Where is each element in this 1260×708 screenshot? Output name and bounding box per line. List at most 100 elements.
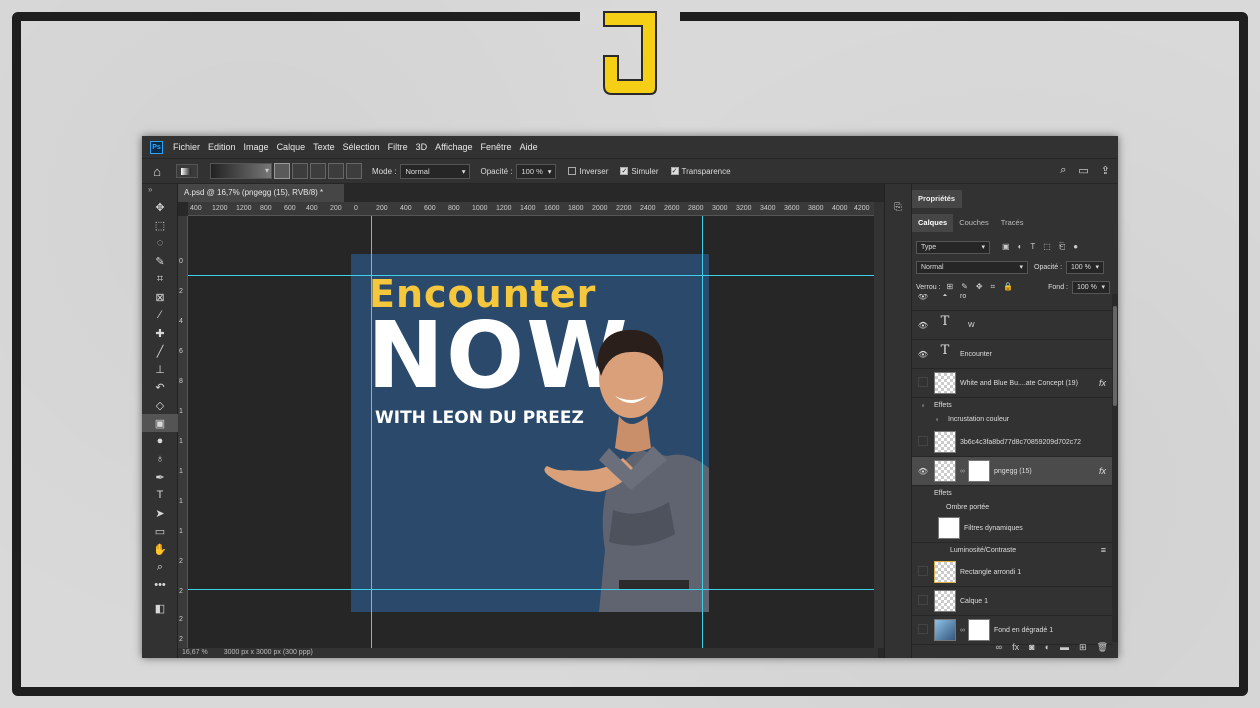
tab-traces[interactable]: Tracés (995, 214, 1030, 232)
link-icon[interactable]: ∞ (960, 627, 965, 634)
healing-brush-tool-icon[interactable]: ✚ (142, 324, 178, 342)
smart-filter-row[interactable]: Filtres dynamiques (912, 514, 1112, 543)
mask-thumbnail[interactable] (968, 619, 990, 641)
fill-field[interactable]: 100 % ▾ (1072, 280, 1110, 294)
quick-select-tool-icon[interactable]: ✎ (142, 252, 178, 270)
eye-icon[interactable]: 👁 (912, 467, 934, 476)
gradient-tool-icon[interactable]: ▣ (142, 414, 178, 432)
effect-row[interactable]: ◦ Effets (912, 398, 1112, 412)
lock-pixels-icon[interactable]: ⊞ (947, 282, 954, 292)
menu-3d[interactable]: 3D (412, 142, 432, 152)
eye-icon[interactable]: ◦ (926, 415, 948, 424)
adjustment-layer-icon[interactable]: ◐ (1045, 642, 1050, 658)
menu-aide[interactable]: Aide (516, 142, 542, 152)
collapse-icon[interactable]: » (142, 184, 177, 198)
lock-paint-icon[interactable]: ✎ (961, 282, 968, 292)
diamond-gradient-button[interactable] (346, 163, 362, 179)
link-icon[interactable]: ∞ (960, 468, 965, 475)
canvas-scrollbar[interactable] (874, 202, 884, 648)
blur-tool-icon[interactable]: ● (142, 432, 178, 450)
status-zoom[interactable]: 16,67 % (182, 649, 208, 658)
share-icon[interactable]: ⇪ (1101, 164, 1110, 177)
guide-vertical[interactable] (371, 216, 372, 648)
lasso-tool-icon[interactable]: ◌ (142, 234, 178, 252)
link-layers-icon[interactable]: ∞ (996, 642, 1002, 658)
path-select-tool-icon[interactable]: ➤ (142, 504, 178, 522)
marquee-tool-icon[interactable]: ⬚ (142, 216, 178, 234)
lock-all-icon[interactable]: 🔒 (1003, 282, 1013, 292)
eye-hidden-icon[interactable] (912, 566, 934, 578)
mask-thumbnail[interactable] (968, 460, 990, 482)
search-icon[interactable]: ⌕ (1060, 164, 1066, 177)
layer-row[interactable]: Calque 1 (912, 587, 1112, 616)
pen-tool-icon[interactable]: ✒ (142, 468, 178, 486)
workspace-icon[interactable]: ▭ (1078, 164, 1088, 177)
blend-mode-select[interactable]: Normal ▾ (916, 260, 1028, 274)
dodge-tool-icon[interactable]: ♁ (142, 450, 178, 468)
guide-vertical[interactable] (702, 216, 703, 648)
eraser-tool-icon[interactable]: ◇ (142, 396, 178, 414)
eye-icon[interactable]: 👁 (912, 294, 934, 301)
menu-affichage[interactable]: Affichage (431, 142, 476, 152)
tab-couches[interactable]: Couches (953, 214, 995, 232)
guide-horizontal[interactable] (188, 589, 874, 590)
effect-row[interactable]: Effets (912, 486, 1112, 500)
new-layer-icon[interactable]: ⊞ (1079, 642, 1087, 658)
pixel-filter-icon[interactable]: ▣ (1002, 242, 1010, 252)
tool-preset-picker[interactable] (176, 164, 198, 178)
zoom-tool-icon[interactable]: ⌕ (142, 558, 178, 576)
reflected-gradient-button[interactable] (328, 163, 344, 179)
linear-gradient-button[interactable] (274, 163, 290, 179)
layer-row[interactable]: 👁 T Encounter (912, 340, 1112, 369)
eyedropper-tool-icon[interactable]: ⁄ (142, 306, 178, 324)
group-folder-icon[interactable]: ▬ (1060, 642, 1069, 658)
eye-icon[interactable]: 👁 (912, 321, 934, 330)
menu-edition[interactable]: Edition (204, 142, 240, 152)
tab-calques[interactable]: Calques (912, 214, 954, 232)
hand-tool-icon[interactable]: ✋ (142, 540, 178, 558)
artboard[interactable]: Encounter NOW WITH LEON DU PREEZ (351, 254, 709, 612)
filter-toggle-icon[interactable]: ● (1073, 242, 1078, 252)
inverser-checkbox[interactable] (568, 167, 577, 175)
brush-tool-icon[interactable]: ╱ (142, 342, 178, 360)
transparence-checkbox[interactable]: ✓ (670, 167, 679, 175)
radial-gradient-button[interactable] (292, 163, 308, 179)
filter-options-icon[interactable]: ≡ (1101, 545, 1106, 555)
effect-row[interactable]: Luminosité/Contraste ≡ (912, 543, 1112, 557)
fx-icon[interactable]: fx (1012, 642, 1019, 658)
add-mask-icon[interactable]: ◙ (1029, 642, 1034, 658)
eye-hidden-icon[interactable] (912, 595, 934, 607)
home-icon[interactable]: ⌂ (142, 164, 172, 179)
stamp-tool-icon[interactable]: ⊥ (142, 360, 178, 378)
eye-icon[interactable]: 👁 (912, 350, 934, 359)
menu-fichier[interactable]: Fichier (169, 142, 204, 152)
opacity-field[interactable]: 100 % ▾ (516, 163, 557, 179)
tab-properties[interactable]: Propriétés (912, 190, 962, 208)
effect-row[interactable]: Ombre portée (912, 500, 1112, 514)
menu-filtre[interactable]: Filtre (384, 142, 412, 152)
eye-hidden-icon[interactable] (912, 436, 934, 448)
menu-texte[interactable]: Texte (309, 142, 339, 152)
layers-scrollbar[interactable] (1112, 294, 1118, 642)
canvas-area[interactable]: Encounter NOW WITH LEON DU PREEZ (188, 216, 874, 648)
frame-tool-icon[interactable]: ⊠ (142, 288, 178, 306)
guide-horizontal[interactable] (188, 275, 874, 276)
lock-position-icon[interactable]: ✥ (976, 282, 983, 292)
rectangle-tool-icon[interactable]: ▭ (142, 522, 178, 540)
shape-filter-icon[interactable]: ⬚ (1043, 242, 1051, 252)
effect-row[interactable]: ◦ Incrustation couleur (912, 412, 1112, 426)
more-tools-icon[interactable]: ••• (142, 576, 178, 594)
layer-row[interactable]: ∞ Fond en dégradé 1 (912, 616, 1112, 645)
color-swatches-icon[interactable]: ◧ (142, 594, 178, 622)
simuler-checkbox[interactable]: ✓ (620, 167, 629, 175)
layer-row-selected[interactable]: 👁 ∞ pngegg (15) fx (912, 457, 1112, 486)
history-brush-tool-icon[interactable]: ↶ (142, 378, 178, 396)
layer-row[interactable]: 3b6c4c3fa8bd77d8c70859209d702c72 (912, 428, 1112, 457)
layer-filter-select[interactable]: Type ▾ (916, 240, 990, 254)
eye-icon[interactable]: ◦ (912, 401, 934, 410)
layer-row[interactable]: Rectangle arrondi 1 (912, 558, 1112, 587)
menu-selection[interactable]: Sélection (339, 142, 384, 152)
smart-object-filter-icon[interactable]: ⎗ (1059, 242, 1065, 252)
eye-hidden-icon[interactable] (912, 377, 934, 389)
mode-select[interactable]: Normal ▾ (400, 163, 471, 179)
